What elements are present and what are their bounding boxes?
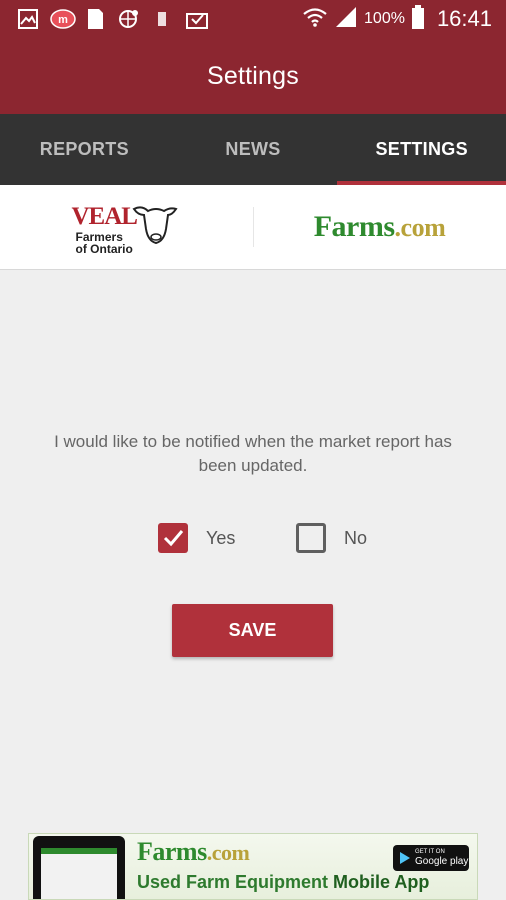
globe-icon [118, 9, 140, 29]
tab-settings[interactable]: SETTINGS [337, 114, 506, 185]
banner-subtitle-strong: Mobile App [333, 872, 430, 892]
yes-label: Yes [206, 527, 236, 548]
sim-icon [86, 9, 104, 29]
option-yes[interactable]: Yes [158, 520, 235, 556]
veal-logo-title: VEAL [71, 203, 138, 230]
storage-icon [156, 9, 168, 29]
save-button[interactable]: SAVE [172, 604, 333, 657]
battery-icon [411, 4, 425, 34]
calf-icon [132, 206, 178, 245]
yes-checkbox[interactable] [158, 523, 188, 553]
option-no[interactable]: No [296, 520, 367, 556]
sponsor-logos: VEAL Farmers of Ontario Farms.com [0, 185, 506, 270]
banner-brand: Farms [137, 837, 207, 866]
play-badge-bottom: Google play [415, 856, 469, 867]
notification-prompt: I would like to be notified when the mar… [54, 432, 452, 475]
wifi-icon [302, 7, 328, 32]
signal-icon [334, 6, 358, 32]
messenger-icon: m [50, 9, 76, 29]
veal-logo-line2: of Ontario [75, 242, 133, 256]
status-right: 100% 16:41 [302, 0, 492, 38]
tab-bar: REPORTS NEWS SETTINGS [0, 114, 506, 185]
clock: 16:41 [436, 6, 492, 31]
inbox-icon [186, 9, 208, 29]
phone-icon [33, 836, 125, 899]
check-icon [163, 530, 184, 547]
play-icon [400, 852, 410, 864]
svg-text:m: m [58, 14, 68, 26]
app-promo-banner[interactable]: Farms.com Used Farm Equipment Mobile App… [28, 833, 478, 900]
farms-com-logo[interactable]: Farms.com [253, 185, 506, 269]
farms-logo-suffix: .com [394, 213, 446, 242]
veal-farmers-logo[interactable]: VEAL Farmers of Ontario [0, 185, 253, 269]
notification-options: Yes No [0, 520, 506, 560]
status-bar: m 100% 16:41 [0, 0, 506, 38]
play-badge-top: GET IT ON [415, 849, 445, 855]
no-checkbox[interactable] [296, 523, 326, 553]
google-play-badge[interactable]: GET IT ON Google play [393, 845, 469, 871]
battery-percent: 100% [364, 10, 405, 27]
banner-subtitle: Used Farm Equipment [137, 872, 334, 892]
no-label: No [344, 527, 368, 548]
banner-brand-suffix: .com [206, 840, 250, 865]
page-title: Settings [207, 61, 299, 90]
gallery-icon [18, 9, 38, 29]
tab-reports[interactable]: REPORTS [0, 114, 169, 185]
tab-news[interactable]: NEWS [169, 114, 338, 185]
app-bar: Settings [0, 38, 506, 114]
farms-logo-name: Farms [313, 210, 395, 243]
